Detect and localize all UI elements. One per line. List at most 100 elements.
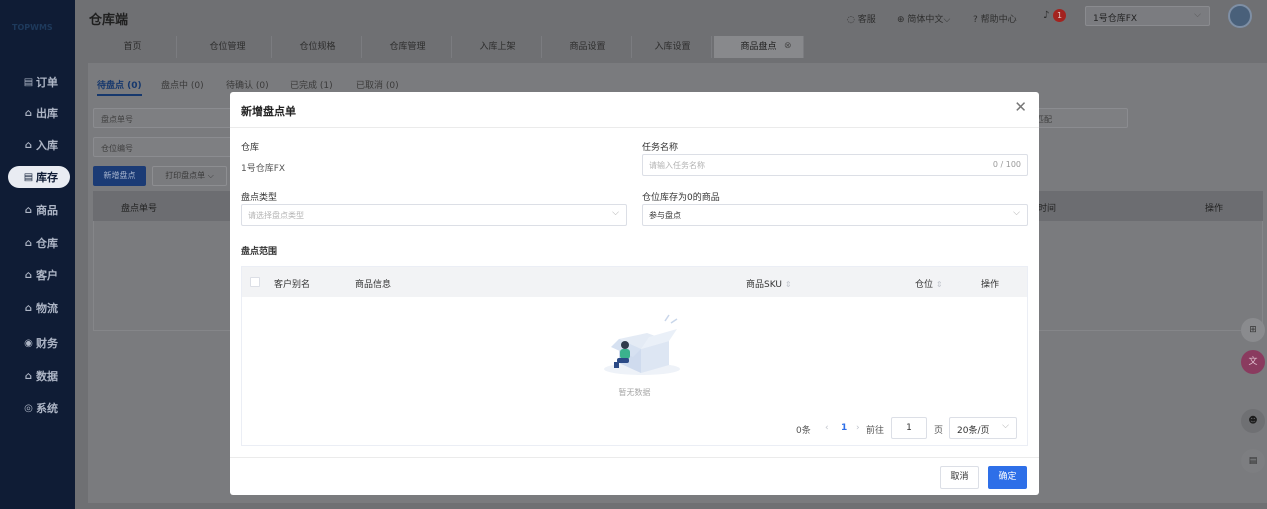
sidebar-item-label: 仓库 — [36, 237, 58, 250]
page-tab[interactable]: 首页 — [89, 36, 177, 58]
app-title: 仓库端 — [89, 13, 129, 28]
sort-icon: ⇕ — [784, 280, 792, 289]
menu-icon: ⌂ — [24, 370, 33, 382]
page-size-select[interactable]: 20条/页 ⌵ — [949, 417, 1017, 439]
page-tab[interactable]: 商品设置 — [544, 36, 632, 58]
app-window: TOPWMS ▤ 订单 ⌂ 出库 ⌂ 入库 ▤ 库存 ⌂ 商品 ⌂ 仓库 ⌂ 客户 ⌂ 物流 ◉ 财务 ⌂ 数据 ◎ 系统… — [0, 0, 1267, 509]
status-tab[interactable]: 盘点中 (0) — [161, 78, 204, 91]
warehouse-value: 1号仓库FX — [241, 164, 286, 174]
empty-box-icon — [604, 314, 680, 375]
close-icon[interactable]: ✕ — [1014, 100, 1027, 115]
sidebar-item[interactable]: ▤ 订单 — [8, 71, 70, 93]
menu-icon: ⌂ — [24, 269, 33, 281]
status-tab[interactable]: 待盘点 (0) — [97, 78, 142, 96]
page-jump-input[interactable]: 1 — [891, 417, 927, 439]
count-no-filter[interactable]: 盘点单号 — [93, 108, 233, 128]
chevron-down-icon: ⌵ — [1194, 10, 1201, 20]
page-tab[interactable]: 入库设置 — [634, 36, 712, 58]
menu-icon: ⌂ — [24, 237, 33, 249]
sort-icon: ⇕ — [935, 280, 943, 289]
page-number-current[interactable]: 1 — [841, 423, 847, 433]
scope-table: 客户别名 商品信息 商品SKU ⇕ 仓位 ⇕ 操作 暂无数据 0条 ‹ 1 › … — [241, 266, 1028, 446]
menu-icon: ▤ — [23, 171, 34, 183]
apps-icon[interactable]: ⊞ — [1241, 318, 1265, 342]
sidebar-item-label: 数据 — [36, 370, 58, 383]
sidebar-item[interactable]: ⌂ 出库 — [8, 102, 70, 124]
note-icon[interactable]: ▤ — [1241, 449, 1265, 473]
sidebar-item-label: 订单 — [36, 76, 58, 89]
new-count-dialog: 新增盘点单 ✕ 仓库 1号仓库FX 任务名称 请输入任务名称 0 / 100 盘点… — [230, 92, 1039, 495]
avatar[interactable] — [1228, 4, 1252, 28]
sidebar-item-label: 库存 — [36, 171, 58, 184]
column-header-location[interactable]: 仓位 ⇕ — [915, 277, 943, 290]
page-tabs: 首页 仓位管理 仓位规格 仓库管理 入库上架 商品设置 入库设置 商品盘点 ⊗ — [89, 36, 804, 58]
status-tab[interactable]: 已完成 (1) — [290, 78, 333, 91]
count-type-label: 盘点类型 — [241, 193, 278, 203]
sidebar-item-label: 出库 — [36, 107, 58, 120]
chevron-down-icon: ⌵ — [1013, 208, 1020, 218]
menu-icon: ◉ — [24, 337, 33, 349]
service-link[interactable]: ◌ 客服 — [847, 12, 876, 25]
page-unit-label: 页 — [934, 426, 944, 436]
close-tab-icon[interactable]: ⊗ — [784, 41, 792, 51]
prev-page-icon[interactable]: ‹ — [825, 423, 829, 433]
task-name-input[interactable]: 请输入任务名称 0 / 100 — [642, 154, 1028, 176]
column-header-sku[interactable]: 商品SKU ⇕ — [746, 277, 792, 290]
sidebar-item[interactable]: ⌂ 仓库 — [8, 232, 70, 254]
sidebar-item[interactable]: ⌂ 数据 — [8, 365, 70, 387]
menu-icon: ▤ — [23, 76, 34, 88]
warehouse-select[interactable]: 1号仓库FX ⌵ — [1085, 6, 1210, 26]
count-scope-label: 盘点范围 — [241, 247, 278, 257]
count-type-select[interactable]: 请选择盘点类型 ⌵ — [241, 204, 627, 226]
char-counter: 0 / 100 — [992, 160, 1021, 169]
zero-stock-select[interactable]: 参与盘点 ⌵ — [642, 204, 1028, 226]
sidebar-item[interactable]: ▤ 库存 — [8, 166, 70, 188]
help-center-link[interactable]: ? 帮助中心 — [973, 12, 1017, 25]
robot-icon[interactable]: ☻ — [1241, 409, 1265, 433]
select-all-checkbox[interactable] — [250, 277, 260, 287]
sidebar-item[interactable]: ⌂ 入库 — [8, 134, 70, 156]
new-count-button[interactable]: 新增盘点 — [93, 166, 146, 186]
print-count-button[interactable]: 打印盘点单 ⌵ — [152, 166, 227, 186]
dialog-title: 新增盘点单 — [241, 105, 296, 118]
headset-icon: ◌ — [847, 15, 855, 25]
confirm-button[interactable]: 确定 — [988, 466, 1027, 489]
page-tab[interactable]: 入库上架 — [454, 36, 542, 58]
sidebar-item[interactable]: ⌂ 客户 — [8, 264, 70, 286]
warehouse-label: 仓库 — [241, 143, 260, 153]
menu-icon: ⌂ — [24, 302, 33, 314]
column-header-alias: 客户别名 — [274, 280, 311, 290]
chevron-down-icon: ⌵ — [612, 208, 619, 218]
sidebar: TOPWMS ▤ 订单 ⌂ 出库 ⌂ 入库 ▤ 库存 ⌂ 商品 ⌂ 仓库 ⌂ 客户 ⌂ 物流 ◉ 财务 ⌂ 数据 ◎ 系统 — [0, 0, 75, 509]
help-icon: ? — [973, 15, 978, 25]
task-name-label: 任务名称 — [642, 143, 679, 153]
menu-icon: ⌂ — [24, 204, 33, 216]
goto-label: 前往 — [866, 426, 885, 436]
sidebar-item-label: 物流 — [36, 302, 58, 315]
sidebar-item[interactable]: ⌂ 商品 — [8, 199, 70, 221]
sidebar-item-label: 系统 — [36, 402, 58, 415]
translate-icon[interactable]: 文 — [1241, 350, 1265, 374]
sidebar-item[interactable]: ⌂ 物流 — [8, 297, 70, 319]
language-selector[interactable]: ⊕ 简体中文⌵ — [897, 12, 950, 25]
page-tab[interactable]: 仓库管理 — [364, 36, 452, 58]
location-no-filter[interactable]: 仓位编号 — [93, 137, 233, 157]
column-header-count-no: 盘点单号 — [121, 204, 158, 214]
sidebar-item[interactable]: ◉ 财务 — [8, 332, 70, 354]
page-tab[interactable]: 仓位管理 — [184, 36, 272, 58]
status-tab[interactable]: 待确认 (0) — [226, 78, 269, 91]
sidebar-item-label: 入库 — [36, 139, 58, 152]
column-header-operation: 操作 — [981, 280, 1000, 290]
dialog-header: 新增盘点单 ✕ — [230, 92, 1039, 128]
sidebar-item[interactable]: ◎ 系统 — [8, 397, 70, 419]
next-page-icon[interactable]: › — [856, 423, 860, 433]
page-tab[interactable]: 仓位规格 — [274, 36, 362, 58]
menu-icon: ⌂ — [24, 107, 33, 119]
total-count: 0条 — [796, 426, 811, 436]
dialog-footer: 取消 确定 — [230, 457, 1039, 495]
status-tab[interactable]: 已取消 (0) — [356, 78, 399, 91]
globe-icon: ⊕ — [897, 15, 905, 25]
cancel-button[interactable]: 取消 — [940, 466, 979, 489]
pagination: 0条 ‹ 1 › 前往 1 页 20条/页 ⌵ — [796, 417, 1021, 439]
match-filter[interactable]: 匹配 — [1028, 108, 1128, 128]
